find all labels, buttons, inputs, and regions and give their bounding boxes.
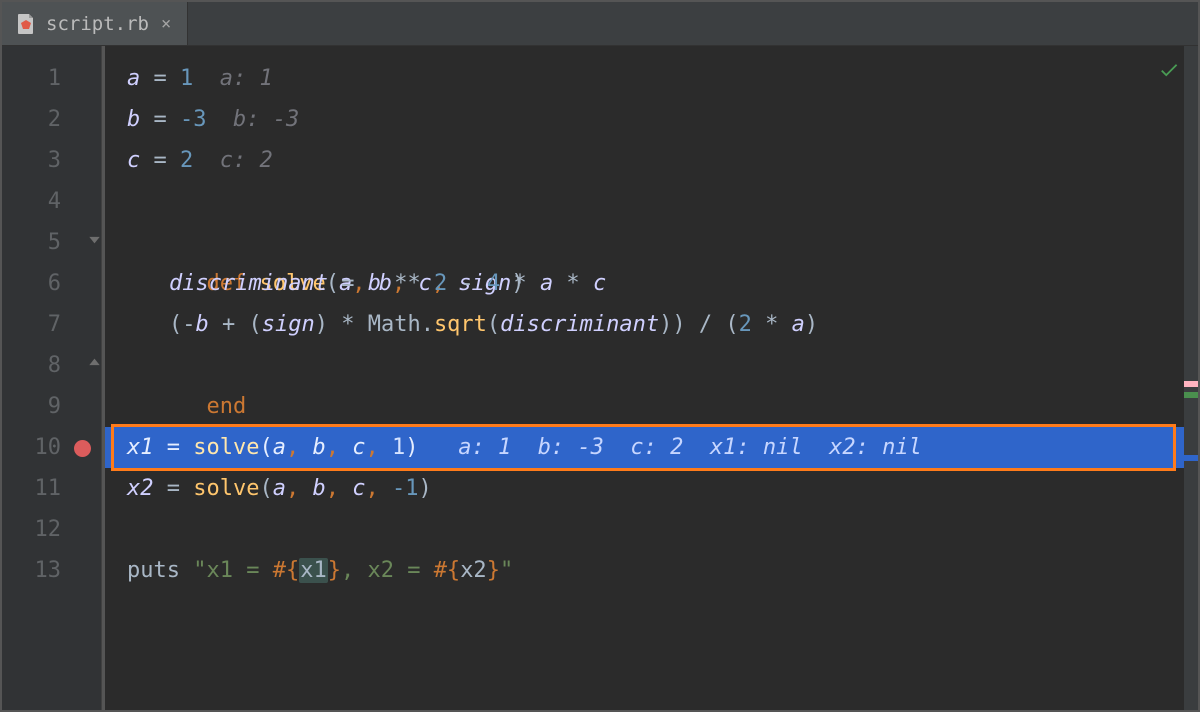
code-line[interactable]: x2 = solve(a, b, c, -1) bbox=[105, 468, 1198, 509]
stripe-marker[interactable] bbox=[1184, 455, 1198, 461]
inline-hint: a: 1 bbox=[193, 66, 272, 91]
line-number[interactable]: 1 bbox=[2, 58, 101, 99]
stripe-marker[interactable] bbox=[1184, 381, 1198, 387]
line-number[interactable]: 5 bbox=[2, 222, 101, 263]
line-gutter[interactable]: 1 2 3 4 5 6 7 8 9 10 11 12 13 bbox=[2, 46, 102, 710]
inline-hint: b: -3 bbox=[207, 107, 300, 132]
line-number[interactable]: 12 bbox=[2, 509, 101, 550]
line-number[interactable]: 6 bbox=[2, 263, 101, 304]
code-line[interactable]: end bbox=[105, 345, 1198, 386]
line-number[interactable]: 7 bbox=[2, 304, 101, 345]
code-line-current[interactable]: x1 = solve(a, b, c, 1) a: 1 b: -3 c: 2 x… bbox=[105, 427, 1198, 468]
code-line[interactable]: (-b + (sign) * Math.sqrt(discriminant)) … bbox=[105, 304, 1198, 345]
code-line[interactable]: c = 2 c: 2 bbox=[105, 140, 1198, 181]
code-line[interactable]: def solve(a, b, c, sign) bbox=[105, 222, 1198, 263]
inline-debug-values: a: 1 b: -3 c: 2 x1: nil x2: nil bbox=[418, 435, 921, 460]
inline-hint: c: 2 bbox=[193, 148, 272, 173]
code-line[interactable] bbox=[105, 181, 1198, 222]
tab-bar: script.rb × bbox=[2, 2, 1198, 46]
stripe-marker[interactable] bbox=[1184, 392, 1198, 398]
highlighted-variable: x1 bbox=[299, 558, 328, 583]
close-tab-icon[interactable]: × bbox=[159, 14, 173, 34]
line-number[interactable]: 9 bbox=[2, 386, 101, 427]
code-area[interactable]: a = 1 a: 1 b = -3 b: -3 c = 2 c: 2 def s… bbox=[102, 46, 1198, 710]
tab-filename: script.rb bbox=[46, 13, 149, 35]
ruby-file-icon bbox=[16, 13, 36, 35]
line-number[interactable]: 2 bbox=[2, 99, 101, 140]
line-number[interactable]: 3 bbox=[2, 140, 101, 181]
code-line[interactable]: discriminant = b ** 2 - 4 * a * c bbox=[105, 263, 1198, 304]
code-editor: 1 2 3 4 5 6 7 8 9 10 11 12 13 a = 1 a: 1… bbox=[2, 46, 1198, 710]
code-line[interactable] bbox=[105, 509, 1198, 550]
line-number[interactable]: 4 bbox=[2, 181, 101, 222]
code-line[interactable]: puts "x1 = #{x1}, x2 = #{x2}" bbox=[105, 550, 1198, 591]
error-stripe[interactable] bbox=[1184, 46, 1198, 710]
line-number[interactable]: 13 bbox=[2, 550, 101, 591]
line-number[interactable]: 11 bbox=[2, 468, 101, 509]
code-line[interactable]: b = -3 b: -3 bbox=[105, 99, 1198, 140]
line-number-breakpoint[interactable]: 10 bbox=[2, 427, 101, 468]
file-tab[interactable]: script.rb × bbox=[2, 2, 188, 45]
line-number[interactable]: 8 bbox=[2, 345, 101, 386]
code-line[interactable] bbox=[105, 386, 1198, 427]
code-line[interactable]: a = 1 a: 1 bbox=[105, 58, 1198, 99]
